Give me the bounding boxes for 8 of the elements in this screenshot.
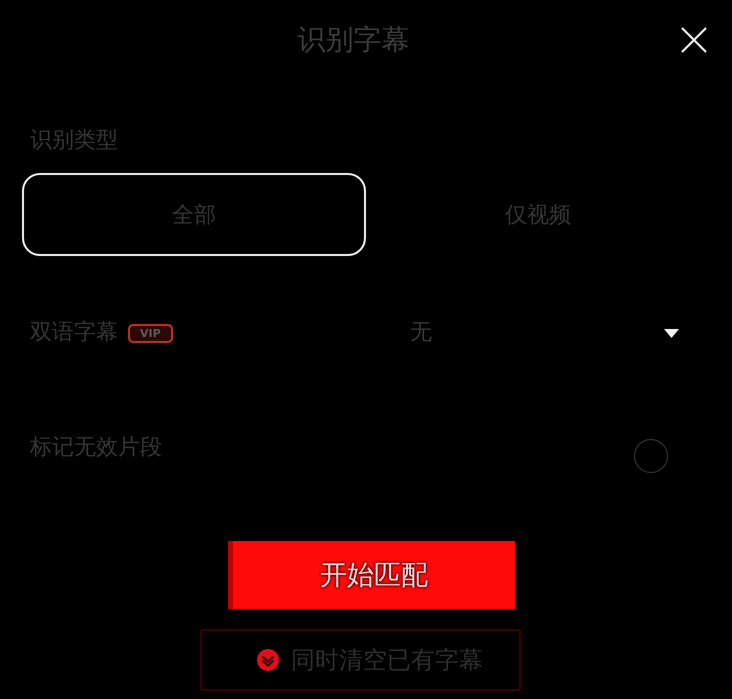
dropdown-value[interactable]: 无 [410,320,432,346]
dropdown-caret-icon[interactable] [664,328,679,338]
dialog-title: 识别字幕 [298,23,410,57]
checked-icon[interactable] [256,648,280,672]
toggle-switch[interactable] [634,439,668,473]
vip-badge: VIP [128,324,173,342]
start-button[interactable]: 开始匹配 [228,541,515,609]
close-icon[interactable] [681,27,707,53]
